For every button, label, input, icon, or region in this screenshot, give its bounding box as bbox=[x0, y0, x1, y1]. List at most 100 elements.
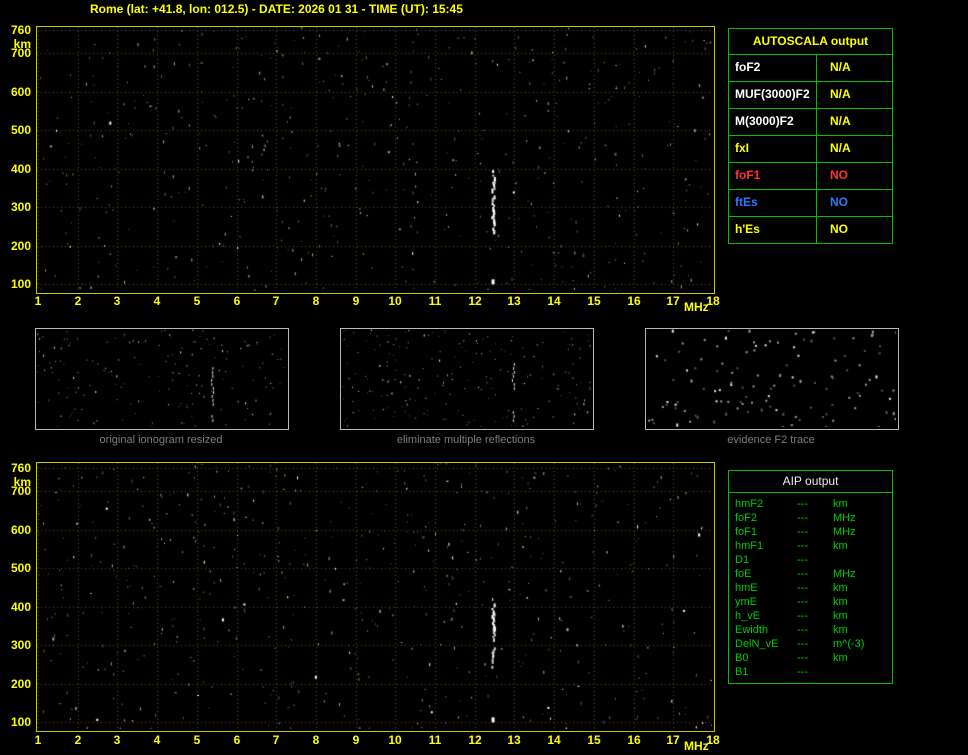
y-axis-tick: 760 bbox=[5, 461, 31, 475]
parameter-name: foE bbox=[735, 567, 797, 581]
aip-row-hmf1: hmF1---km bbox=[735, 539, 892, 553]
x-axis-tick: 13 bbox=[503, 294, 525, 308]
x-axis-tick: 8 bbox=[305, 733, 327, 747]
x-axis-tick: 13 bbox=[503, 733, 525, 747]
x-axis-tick: 4 bbox=[146, 294, 168, 308]
aip-output-table: AIP output hmF2---kmfoF2---MHzfoF1---MHz… bbox=[728, 470, 893, 684]
x-axis-tick: 14 bbox=[543, 733, 565, 747]
autoscala-output-table: AUTOSCALA output foF2N/AMUF(3000)F2N/AM(… bbox=[728, 28, 893, 244]
thumbnail-evidence-f2 bbox=[645, 328, 899, 430]
aip-row-hmf2: hmF2---km bbox=[735, 497, 892, 511]
parameter-label: foF2 bbox=[729, 55, 817, 81]
thumbnail-canvas-reflections bbox=[341, 329, 591, 427]
parameter-unit: km bbox=[833, 651, 892, 665]
x-axis-unit: MHz bbox=[684, 739, 709, 753]
parameter-value: NO bbox=[817, 217, 892, 243]
y-axis-unit: km bbox=[5, 37, 31, 51]
y-axis-tick: 100 bbox=[5, 277, 31, 291]
x-axis-tick: 5 bbox=[186, 294, 208, 308]
aip-table-rows: hmF2---kmfoF2---MHzfoF1---MHzhmF1---kmD1… bbox=[729, 493, 892, 683]
aip-row-foe: foE---MHz bbox=[735, 567, 892, 581]
parameter-value: --- bbox=[797, 539, 833, 553]
y-axis-tick: 200 bbox=[5, 677, 31, 691]
thumbnail-canvas-evidence-f2 bbox=[646, 329, 896, 427]
parameter-name: foF2 bbox=[735, 511, 797, 525]
parameter-unit bbox=[833, 665, 892, 679]
parameter-value: NO bbox=[817, 190, 892, 216]
autoscala-row-m3000f2: M(3000)F2N/A bbox=[729, 109, 892, 136]
x-axis-tick: 16 bbox=[623, 294, 645, 308]
x-axis-tick: 15 bbox=[583, 294, 605, 308]
x-axis-tick: 11 bbox=[424, 733, 446, 747]
parameter-value: --- bbox=[797, 595, 833, 609]
parameter-label: M(3000)F2 bbox=[729, 109, 817, 135]
x-axis-tick: 12 bbox=[464, 294, 486, 308]
y-axis-tick: 300 bbox=[5, 638, 31, 652]
parameter-value: --- bbox=[797, 581, 833, 595]
y-axis-unit: km bbox=[5, 475, 31, 489]
x-axis-tick: 17 bbox=[662, 733, 684, 747]
x-axis-tick: 9 bbox=[345, 294, 367, 308]
aip-row-b0: B0---km bbox=[735, 651, 892, 665]
y-axis-tick: 600 bbox=[5, 523, 31, 537]
parameter-value: --- bbox=[797, 525, 833, 539]
x-axis-tick: 14 bbox=[543, 294, 565, 308]
aip-row-b1: B1--- bbox=[735, 665, 892, 679]
ionogram-plot-top bbox=[36, 26, 715, 294]
parameter-name: ymE bbox=[735, 595, 797, 609]
parameter-name: h_vE bbox=[735, 609, 797, 623]
page-title: Rome (lat: +41.8, lon: 012.5) - DATE: 20… bbox=[90, 2, 463, 16]
parameter-label: foF1 bbox=[729, 163, 817, 189]
parameter-value: --- bbox=[797, 651, 833, 665]
parameter-name: hmF1 bbox=[735, 539, 797, 553]
y-axis-tick: 400 bbox=[5, 600, 31, 614]
x-axis-unit: MHz bbox=[684, 300, 709, 314]
x-axis-tick: 7 bbox=[265, 294, 287, 308]
x-axis-tick: 12 bbox=[464, 733, 486, 747]
aip-row-d1: D1--- bbox=[735, 553, 892, 567]
parameter-unit: km bbox=[833, 623, 892, 637]
x-axis-tick: 15 bbox=[583, 733, 605, 747]
parameter-label: fxI bbox=[729, 136, 817, 162]
parameter-value: --- bbox=[797, 623, 833, 637]
x-axis-tick: 3 bbox=[106, 733, 128, 747]
thumbnail-eliminate-reflections bbox=[340, 328, 594, 430]
parameter-value: --- bbox=[797, 553, 833, 567]
x-axis-tick: 2 bbox=[67, 733, 89, 747]
parameter-unit: km bbox=[833, 497, 892, 511]
x-axis-tick: 6 bbox=[226, 294, 248, 308]
y-axis-tick: 300 bbox=[5, 200, 31, 214]
y-axis-tick: 760 bbox=[5, 23, 31, 37]
y-axis-tick: 500 bbox=[5, 123, 31, 137]
parameter-unit: MHz bbox=[833, 511, 892, 525]
aip-table-title: AIP output bbox=[729, 471, 892, 493]
autoscala-row-fxi: fxIN/A bbox=[729, 136, 892, 163]
parameter-unit: km bbox=[833, 539, 892, 553]
parameter-unit bbox=[833, 553, 892, 567]
parameter-label: ftEs bbox=[729, 190, 817, 216]
parameter-name: D1 bbox=[735, 553, 797, 567]
aip-row-fof2: foF2---MHz bbox=[735, 511, 892, 525]
parameter-unit: km bbox=[833, 609, 892, 623]
parameter-name: Ewidth bbox=[735, 623, 797, 637]
autoscala-row-fof2: foF2N/A bbox=[729, 55, 892, 82]
parameter-value: N/A bbox=[817, 109, 892, 135]
parameter-name: DelN_vE bbox=[735, 637, 797, 651]
x-axis-tick: 3 bbox=[106, 294, 128, 308]
thumbnail-caption-evidence-f2: evidence F2 trace bbox=[645, 434, 897, 446]
aip-row-h_ve: h_vE---km bbox=[735, 609, 892, 623]
y-axis-tick: 100 bbox=[5, 715, 31, 729]
x-axis-tick: 2 bbox=[67, 294, 89, 308]
parameter-value: --- bbox=[797, 665, 833, 679]
y-axis-tick: 600 bbox=[5, 85, 31, 99]
parameter-unit: m^(-3) bbox=[833, 637, 892, 651]
parameter-value: --- bbox=[797, 567, 833, 581]
parameter-name: hmE bbox=[735, 581, 797, 595]
x-axis-tick: 17 bbox=[662, 294, 684, 308]
parameter-name: B0 bbox=[735, 651, 797, 665]
parameter-label: h'Es bbox=[729, 217, 817, 243]
x-axis-tick: 11 bbox=[424, 294, 446, 308]
autoscala-row-fof1: foF1NO bbox=[729, 163, 892, 190]
autoscala-table-title: AUTOSCALA output bbox=[729, 29, 892, 55]
x-axis-tick: 16 bbox=[623, 733, 645, 747]
